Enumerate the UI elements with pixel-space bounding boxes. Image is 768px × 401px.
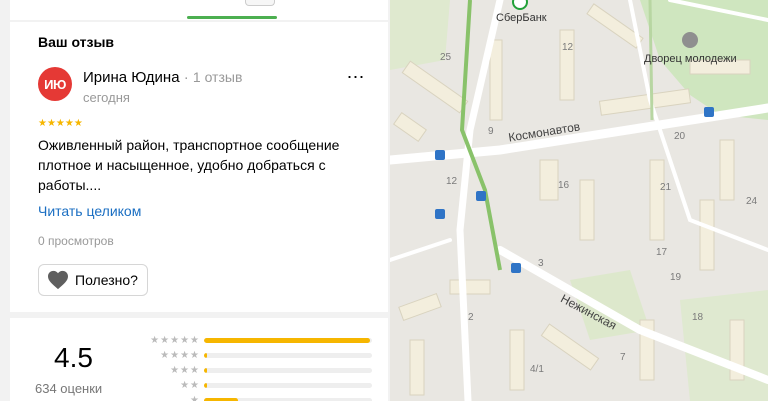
helpful-label: Полезно?	[75, 272, 138, 288]
my-review-card: Ваш отзыв ИЮ Ирина Юдина · 1 отзыв сегод…	[10, 22, 388, 312]
distribution-bar-fill	[204, 338, 371, 343]
house-number: 16	[558, 180, 570, 191]
house-number: 12	[562, 42, 574, 53]
rating-distribution-row: ★★★★★	[132, 334, 372, 346]
avatar[interactable]: ИЮ	[38, 67, 72, 101]
house-number: 12	[446, 176, 458, 187]
house-number: 9	[488, 126, 494, 137]
read-more-link[interactable]: Читать целиком	[38, 203, 141, 219]
house-number: 24	[746, 196, 758, 207]
rating-count: 634 оценки	[35, 381, 103, 396]
house-number: 20	[674, 131, 686, 142]
place-panel: Ваш отзыв ИЮ Ирина Юдина · 1 отзыв сегод…	[0, 0, 390, 401]
house-number: 21	[660, 182, 672, 193]
helpful-button[interactable]: Полезно?	[38, 264, 148, 296]
distribution-bar-track	[204, 383, 372, 388]
distribution-bar-track	[204, 368, 372, 373]
distribution-bar-fill	[204, 353, 208, 358]
distribution-stars: ★★	[180, 379, 200, 391]
views-count: 0 просмотров	[38, 234, 114, 248]
distribution-stars: ★	[190, 394, 200, 401]
house-number: 18	[692, 312, 704, 323]
distribution-bar-track	[204, 353, 372, 358]
author-name[interactable]: Ирина Юдина	[83, 69, 180, 86]
rating-distribution-row: ★	[132, 394, 372, 401]
active-tab-indicator	[187, 16, 277, 19]
house-number: 3	[538, 258, 544, 269]
section-title: Ваш отзыв	[38, 34, 115, 50]
author-separator: ·	[179, 69, 193, 86]
rating-distribution-row: ★★	[132, 379, 372, 391]
house-number: 2	[468, 312, 474, 323]
rating-distribution-row: ★★★	[132, 364, 372, 376]
house-number: 7	[620, 352, 626, 363]
distribution-stars: ★★★	[170, 364, 200, 376]
poi-palace[interactable]: Дворец молодежи	[644, 53, 737, 65]
heart-icon	[48, 270, 68, 290]
rating-summary-card: 4.5 634 оценки ★★★★★ ★★★★ ★★★ ★★ ★	[10, 318, 388, 401]
review-text: Оживленный район, транспортное сообщение…	[38, 137, 340, 193]
tab-fragment[interactable]	[245, 0, 275, 6]
house-number: 19	[670, 272, 682, 283]
house-number: 17	[656, 247, 668, 258]
rating-distribution-row: ★★★★	[132, 349, 372, 361]
tabs-bar	[10, 0, 388, 20]
review-stars: ★★★★★	[38, 118, 83, 129]
author-review-count: 1 отзыв	[192, 69, 243, 85]
average-rating: 4.5	[54, 342, 93, 373]
map-view[interactable]: СберБанк Дворец молодежи Космонавтов Неж…	[390, 0, 768, 401]
distribution-bar-track	[204, 338, 372, 343]
more-options-button[interactable]: ⋯	[344, 68, 366, 92]
review-date: сегодня	[83, 90, 130, 105]
distribution-bar-fill	[204, 383, 208, 388]
poi-sberbank[interactable]: СберБанк	[496, 12, 547, 24]
distribution-stars: ★★★★	[160, 349, 200, 361]
house-number: 4/1	[530, 364, 544, 375]
distribution-stars: ★★★★★	[150, 334, 200, 346]
house-number: 25	[440, 52, 452, 63]
author-line: Ирина Юдина · 1 отзыв	[83, 69, 242, 86]
distribution-bar-fill	[204, 368, 208, 373]
